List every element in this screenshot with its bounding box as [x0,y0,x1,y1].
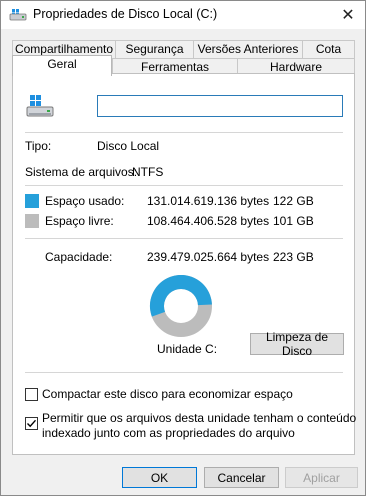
window-title: Propriedades de Disco Local (C:) [33,7,218,21]
close-icon: ✕ [341,7,355,24]
free-space-label: Espaço livre: [45,214,114,228]
index-label-line2: indexado junto com as propriedades do ar… [42,426,295,440]
divider [25,132,343,133]
disk-usage-chart [150,275,212,337]
disk-cleanup-button[interactable]: Limpeza de Disco [250,330,344,358]
type-value: Disco Local [97,139,160,153]
capacity-label: Capacidade: [45,250,113,264]
drive-icon [26,95,54,117]
index-label-line1: Permitir que os arquivos desta unidade t… [42,411,357,425]
filesystem-value: NTFS [132,165,164,179]
used-space-label: Espaço usado: [45,194,125,208]
tab-seguranca[interactable]: Segurança [115,40,194,58]
general-panel: Tipo: Disco Local Sistema de arquivos: N… [12,73,357,455]
filesystem-label: Sistema de arquivos: [25,165,138,179]
tab-cota[interactable]: Cota [302,40,355,58]
capacity-bytes: 239.479.025.664 bytes [147,250,270,264]
divider [25,185,343,186]
properties-window: Propriedades de Disco Local (C:) ✕ Compa… [0,0,366,496]
free-space-swatch [25,214,39,228]
free-space-gb: 101 GB [273,214,314,228]
tab-versoes-anteriores[interactable]: Versões Anteriores [193,40,303,58]
tab-geral[interactable]: Geral [12,55,112,76]
checkmark-icon [27,419,37,428]
index-checkbox[interactable] [25,417,38,430]
close-button[interactable]: ✕ [331,1,365,29]
used-space-bytes: 131.014.619.136 bytes [147,194,270,208]
apply-button[interactable]: Aplicar [285,467,358,488]
free-space-bytes: 108.464.406.528 bytes [147,214,270,228]
compress-checkbox[interactable] [25,388,38,401]
divider [25,238,343,239]
ok-button[interactable]: OK [122,467,197,488]
divider [25,372,343,373]
used-space-gb: 122 GB [273,194,314,208]
drive-icon [9,9,27,21]
compress-label: Compactar este disco para economizar esp… [42,387,293,401]
drive-unit-label: Unidade C: [157,342,218,356]
type-label: Tipo: [25,139,52,153]
drive-name-input[interactable] [97,95,343,117]
title-bar: Propriedades de Disco Local (C:) ✕ [1,1,365,29]
used-space-swatch [25,194,39,208]
capacity-gb: 223 GB [273,250,314,264]
cancel-button[interactable]: Cancelar [204,467,279,488]
